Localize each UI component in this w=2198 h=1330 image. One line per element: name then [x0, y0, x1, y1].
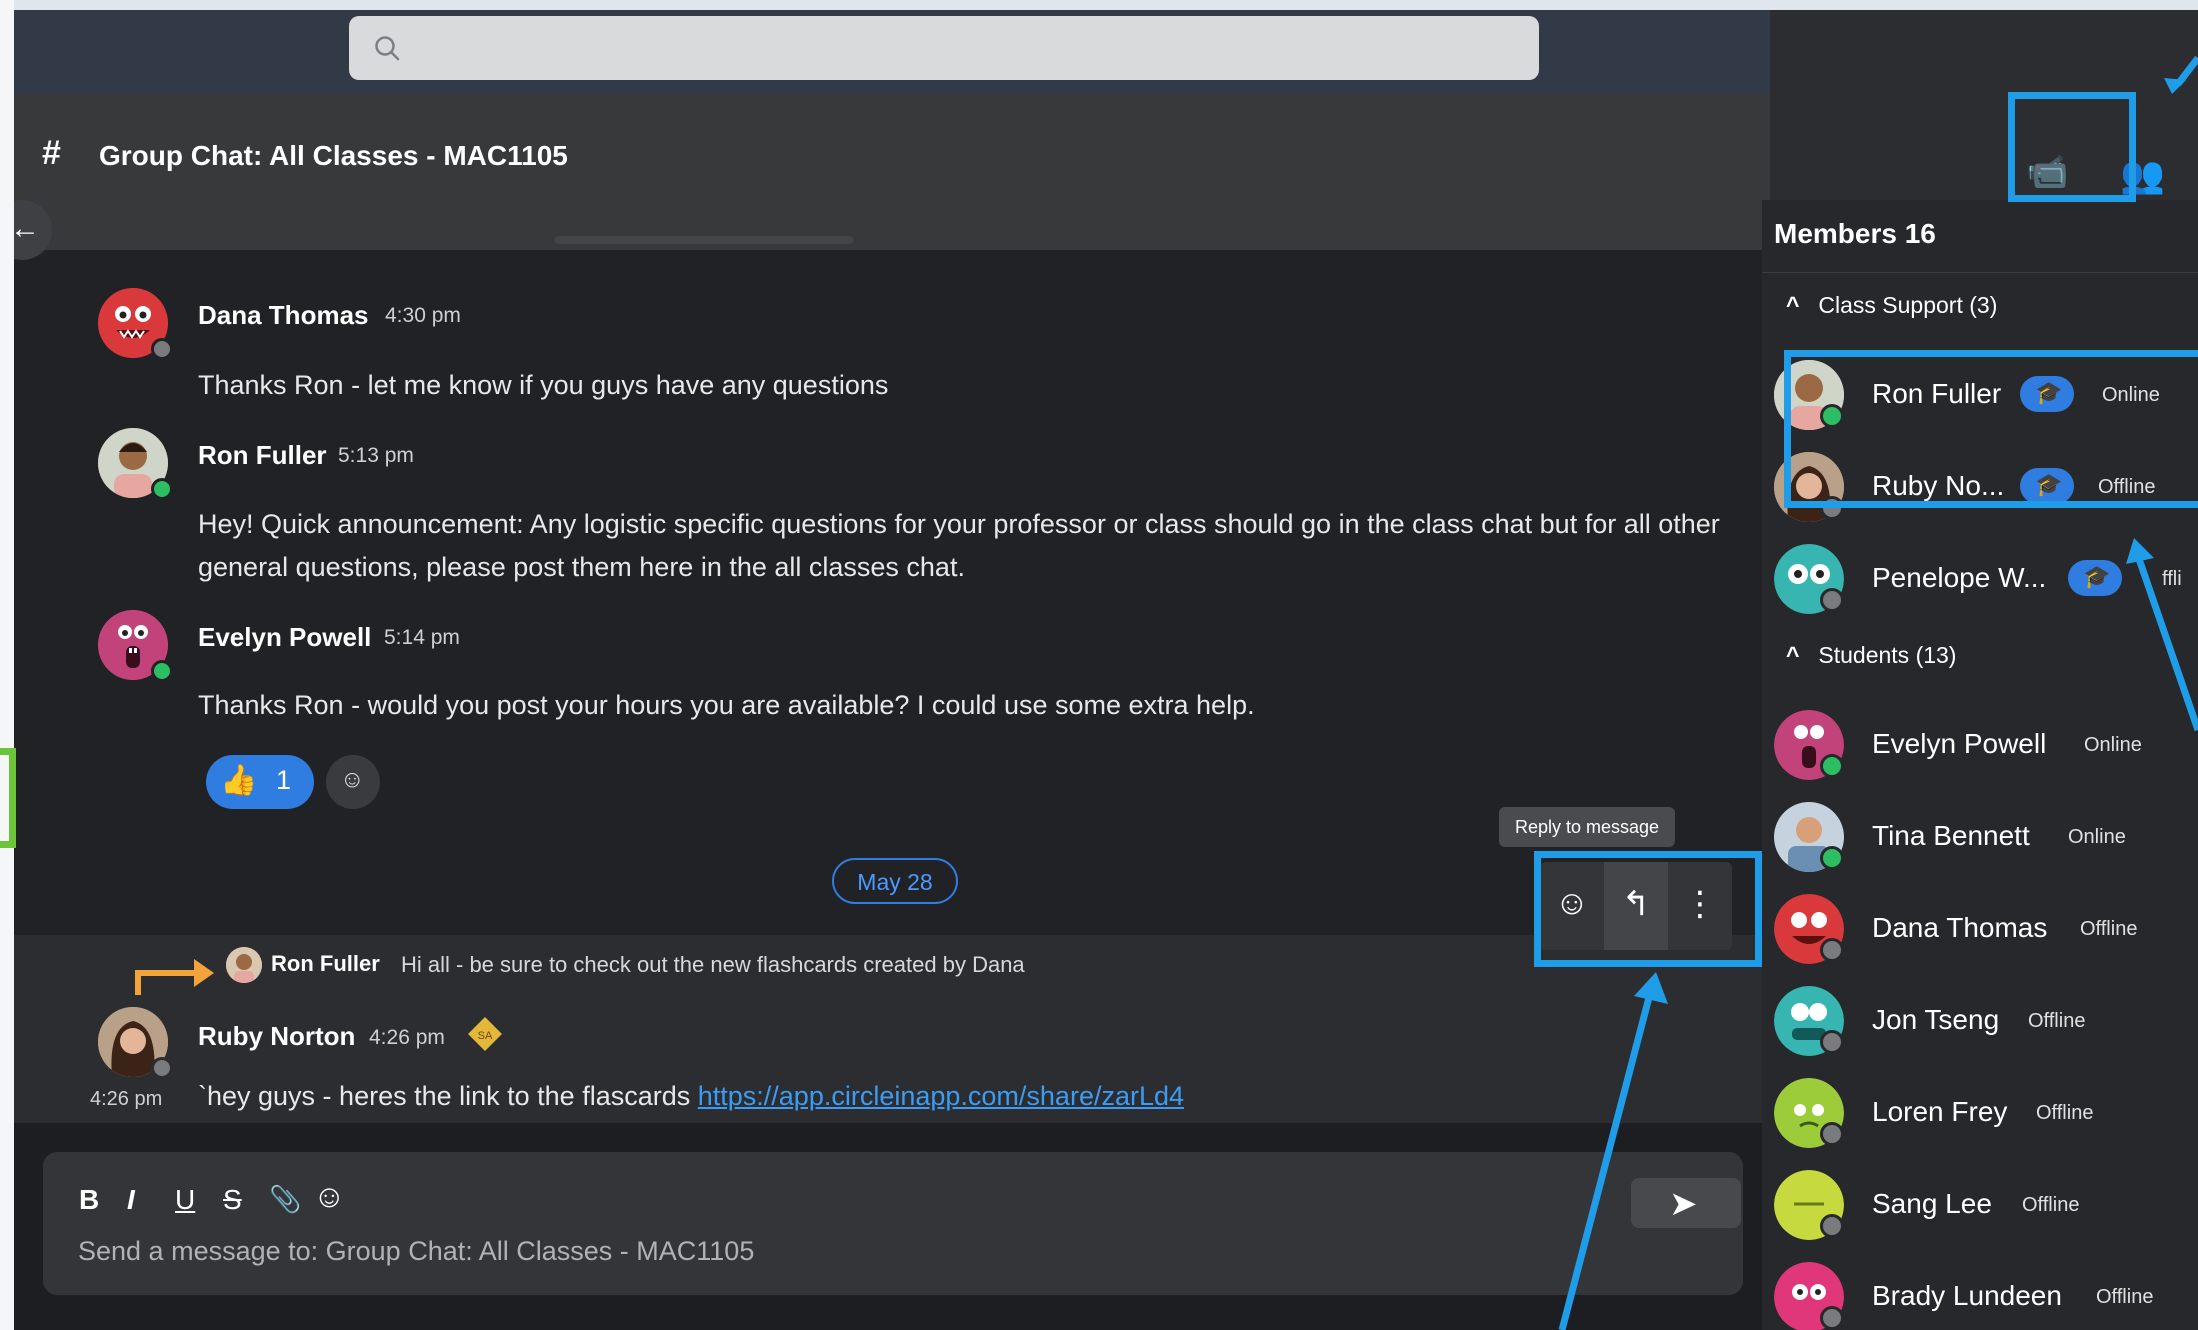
arrow-to-actions	[1558, 985, 1656, 1330]
arrowhead	[2126, 538, 2154, 564]
arrow-to-members	[2134, 554, 2198, 732]
arrowhead	[2164, 78, 2186, 94]
arrowhead	[1634, 972, 1668, 1004]
annotation-arrows	[1558, 55, 2198, 1330]
